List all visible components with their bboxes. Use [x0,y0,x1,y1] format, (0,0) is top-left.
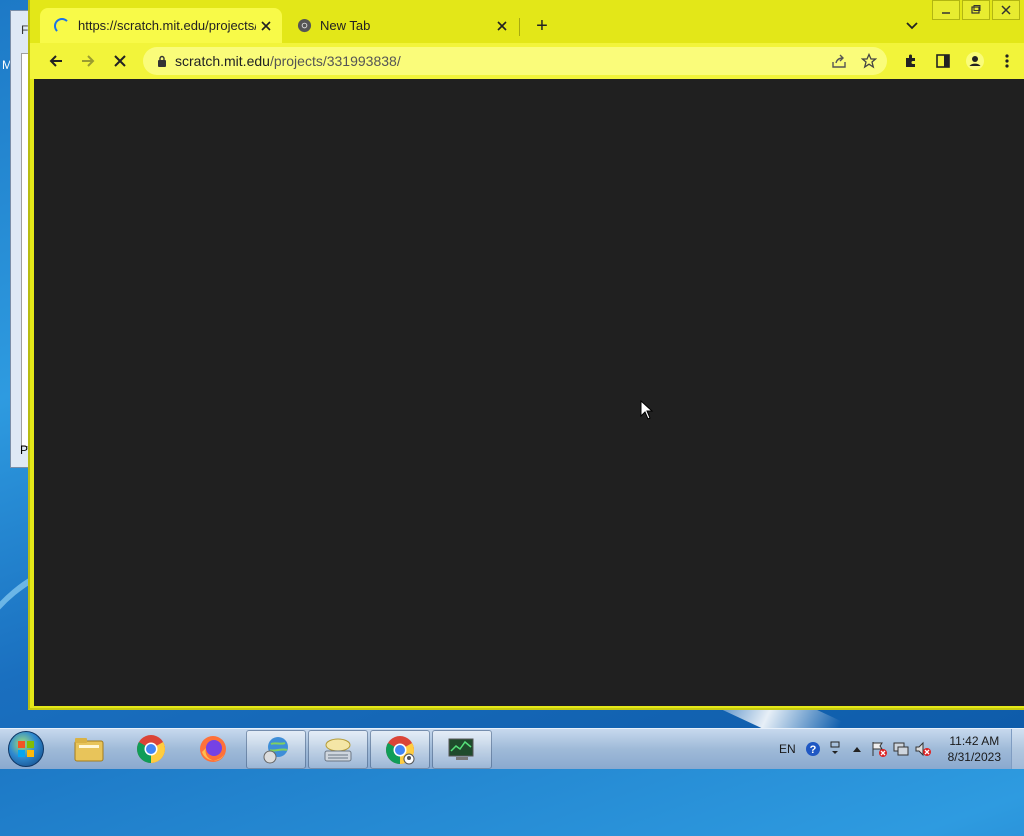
page-viewport[interactable] [34,79,1024,706]
file-explorer-icon[interactable] [60,730,118,767]
clock-date: 8/31/2023 [947,750,1001,764]
chrome-icon [296,18,312,34]
new-tab-button[interactable]: + [530,15,554,37]
svg-text:?: ? [809,744,816,756]
tab-separator [519,18,520,36]
tab-title: https://scratch.mit.edu/projects/ [78,18,256,33]
extensions-puzzle-icon[interactable] [899,49,923,73]
close-window-button[interactable] [992,0,1020,20]
mouse-cursor-icon [640,399,654,423]
tab-close-button[interactable] [492,16,512,36]
taskbar: EN ? 11:42 AM 8/31/2023 [0,728,1024,769]
language-indicator[interactable]: EN [779,742,796,756]
windows-logo-icon [8,731,44,767]
chrome-taskbar-icon[interactable] [122,730,180,767]
menu-kebab-icon[interactable] [995,49,1019,73]
side-panel-icon[interactable] [931,49,955,73]
clock[interactable]: 11:42 AM 8/31/2023 [948,733,1001,765]
show-hidden-icons-icon[interactable] [848,740,866,758]
browser-toolbar: scratch.mit.edu/projects/331993838/ [30,43,1024,79]
url-text[interactable]: scratch.mit.edu/projects/331993838/ [175,53,827,69]
language-bar-options-icon[interactable] [826,740,844,758]
maximize-button[interactable] [962,0,990,20]
network-globe-icon[interactable] [246,730,306,769]
lock-icon[interactable] [155,54,169,68]
forward-arrow-icon[interactable] [76,49,100,73]
tab-close-button[interactable] [256,16,276,36]
minimize-button[interactable] [932,0,960,20]
bookmark-star-icon[interactable] [857,49,881,73]
address-bar[interactable]: scratch.mit.edu/projects/331993838/ [143,47,887,75]
back-arrow-icon[interactable] [44,49,68,73]
system-monitor-icon[interactable] [432,730,492,769]
window-controls [932,0,1020,20]
tab-strip: https://scratch.mit.edu/projects/ New Ta… [30,0,1024,43]
show-desktop-button[interactable] [1011,729,1024,769]
url-path: /projects/331993838/ [269,53,401,69]
action-center-flag-icon[interactable] [870,740,888,758]
start-button[interactable] [6,731,46,767]
share-icon[interactable] [827,49,851,73]
background-window-footer: P [20,443,29,457]
clock-time: 11:42 AM [949,734,1000,748]
profile-avatar-icon[interactable] [963,49,987,73]
tab-scratch-project[interactable]: https://scratch.mit.edu/projects/ [40,8,282,43]
tab-title: New Tab [320,18,371,33]
url-host: scratch.mit.edu [175,53,270,69]
chrome-user-icon[interactable] [370,730,430,769]
chrome-browser-window: https://scratch.mit.edu/projects/ New Ta… [28,0,1024,710]
volume-muted-icon[interactable] [914,740,932,758]
tab-search-chevron-icon[interactable] [902,16,922,36]
keyboard-icon[interactable] [308,730,368,769]
network-status-icon[interactable] [892,740,910,758]
help-icon[interactable]: ? [804,740,822,758]
firefox-icon[interactable] [184,730,242,767]
stop-loading-icon[interactable] [108,49,132,73]
tab-new-tab[interactable]: New Tab [282,8,518,43]
system-tray: EN ? 11:42 AM 8/31/2023 [779,729,1024,769]
loading-spinner-icon [54,17,70,34]
